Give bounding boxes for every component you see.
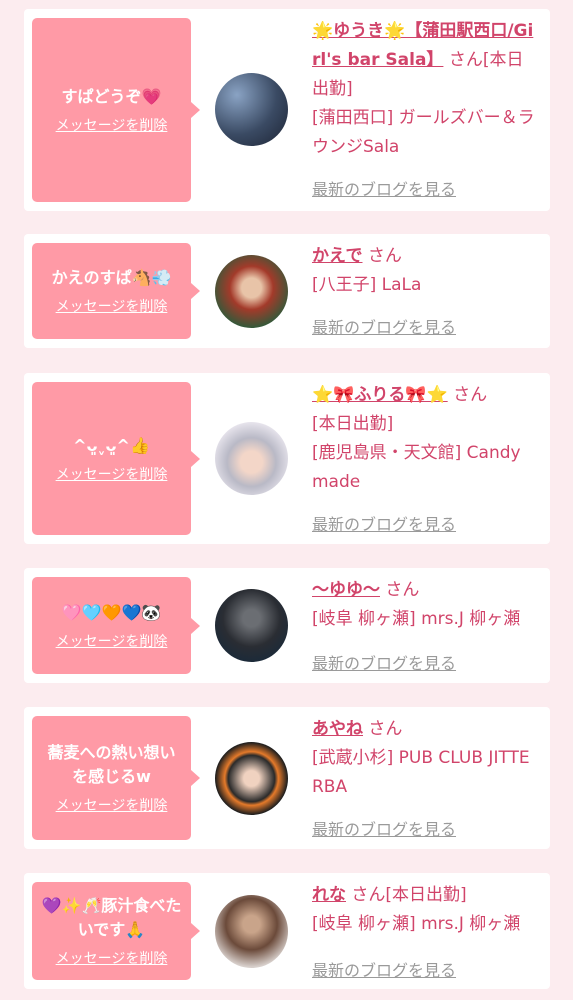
shop-text: [鹿児島県・天文館] Candy made <box>312 443 521 492</box>
latest-blog-link[interactable]: 最新のブログを見る <box>312 650 456 674</box>
honorific: さん <box>351 885 386 905</box>
user-info: 🌟ゆうき🌟【蒲田駅西口/Girl's bar Sala】 さん[本日出勤] [蒲… <box>312 17 540 162</box>
latest-blog-link[interactable]: 最新のブログを見る <box>312 511 456 535</box>
avatar[interactable] <box>215 255 288 328</box>
user-name-link[interactable]: 〜ゆゆ〜 <box>312 580 380 600</box>
user-info: かえで さん [八王子] LaLa <box>312 242 540 300</box>
user-name-link[interactable]: ⭐🎀ふりる🎀⭐ <box>312 385 448 405</box>
delete-message-link[interactable]: メッセージを削除 <box>56 797 168 815</box>
avatar[interactable] <box>215 589 288 662</box>
shop-text: [蒲田西口] ガールズバー＆ラウンジSala <box>312 108 535 157</box>
user-name-link[interactable]: れな <box>312 885 346 905</box>
message-text: すぱどうぞ💗 <box>61 87 162 106</box>
latest-blog-link[interactable]: 最新のブログを見る <box>312 176 456 200</box>
message-card: 蕎麦への熱い想いを感じるw メッセージを削除 あやね さん [武蔵小杉] PUB… <box>24 707 550 849</box>
message-card: すぱどうぞ💗 メッセージを削除 🌟ゆうき🌟【蒲田駅西口/Girl's bar S… <box>24 9 550 211</box>
honorific: さん <box>367 246 402 266</box>
latest-blog-link[interactable]: 最新のブログを見る <box>312 816 456 840</box>
avatar[interactable] <box>215 895 288 968</box>
delete-message-link[interactable]: メッセージを削除 <box>56 950 168 968</box>
avatar[interactable] <box>215 742 288 815</box>
message-bubble: ^ᴗ͈ˬᴗ͈^👍 メッセージを削除 <box>32 382 200 535</box>
message-text: ^ᴗ͈ˬᴗ͈^👍 <box>73 435 150 455</box>
honorific: さん <box>385 580 420 600</box>
latest-blog-link[interactable]: 最新のブログを見る <box>312 314 456 338</box>
message-bubble: かえのすぱ🐴💨 メッセージを削除 <box>32 243 200 339</box>
shop-text: [岐阜 柳ヶ瀬] mrs.J 柳ヶ瀬 <box>312 609 521 629</box>
message-card: 🩷🩵🧡💙🐼 メッセージを削除 〜ゆゆ〜 さん [岐阜 柳ヶ瀬] mrs.J 柳ヶ… <box>24 568 550 683</box>
message-text: 💜✨🥂豚汁食べたいです🙏 <box>41 896 182 939</box>
user-info: れな さん[本日出勤] [岐阜 柳ヶ瀬] mrs.J 柳ヶ瀬 <box>312 881 540 939</box>
shop-text: [武蔵小杉] PUB CLUB JITTERBA <box>312 748 530 797</box>
shop-text: [岐阜 柳ヶ瀬] mrs.J 柳ヶ瀬 <box>312 914 521 934</box>
message-list: すぱどうぞ💗 メッセージを削除 🌟ゆうき🌟【蒲田駅西口/Girl's bar S… <box>0 0 573 1000</box>
delete-message-link[interactable]: メッセージを削除 <box>56 466 168 484</box>
message-bubble: 🩷🩵🧡💙🐼 メッセージを削除 <box>32 577 200 674</box>
user-name-link[interactable]: あやね <box>312 719 363 739</box>
honorific: さん <box>368 719 403 739</box>
delete-message-link[interactable]: メッセージを削除 <box>56 298 168 316</box>
user-info: 〜ゆゆ〜 さん [岐阜 柳ヶ瀬] mrs.J 柳ヶ瀬 <box>312 576 540 634</box>
status-text: [本日出勤] <box>385 885 467 905</box>
avatar[interactable] <box>215 422 288 495</box>
message-card: かえのすぱ🐴💨 メッセージを削除 かえで さん [八王子] LaLa 最新のブロ… <box>24 234 550 348</box>
shop-text: [八王子] LaLa <box>312 275 422 295</box>
avatar[interactable] <box>215 73 288 146</box>
message-bubble: 蕎麦への熱い想いを感じるw メッセージを削除 <box>32 716 200 840</box>
delete-message-link[interactable]: メッセージを削除 <box>56 633 168 651</box>
message-text: 🩷🩵🧡💙🐼 <box>61 602 162 622</box>
honorific: さん <box>448 50 483 70</box>
delete-message-link[interactable]: メッセージを削除 <box>56 117 168 135</box>
message-card: ^ᴗ͈ˬᴗ͈^👍 メッセージを削除 ⭐🎀ふりる🎀⭐ さん [本日出勤] [鹿児島… <box>24 373 550 544</box>
message-bubble: 💜✨🥂豚汁食べたいです🙏 メッセージを削除 <box>32 882 200 980</box>
message-bubble: すぱどうぞ💗 メッセージを削除 <box>32 18 200 202</box>
user-info: ⭐🎀ふりる🎀⭐ さん [本日出勤] [鹿児島県・天文館] Candy made <box>312 381 540 497</box>
message-text: かえのすぱ🐴💨 <box>51 268 172 287</box>
status-text: [本日出勤] <box>312 414 394 434</box>
message-card: 💜✨🥂豚汁食べたいです🙏 メッセージを削除 れな さん[本日出勤] [岐阜 柳ヶ… <box>24 873 550 989</box>
user-info: あやね さん [武蔵小杉] PUB CLUB JITTERBA <box>312 715 540 802</box>
latest-blog-link[interactable]: 最新のブログを見る <box>312 957 456 981</box>
user-name-link[interactable]: かえで <box>312 246 363 266</box>
honorific: さん <box>453 385 488 405</box>
message-text: 蕎麦への熱い想いを感じるw <box>47 743 176 786</box>
